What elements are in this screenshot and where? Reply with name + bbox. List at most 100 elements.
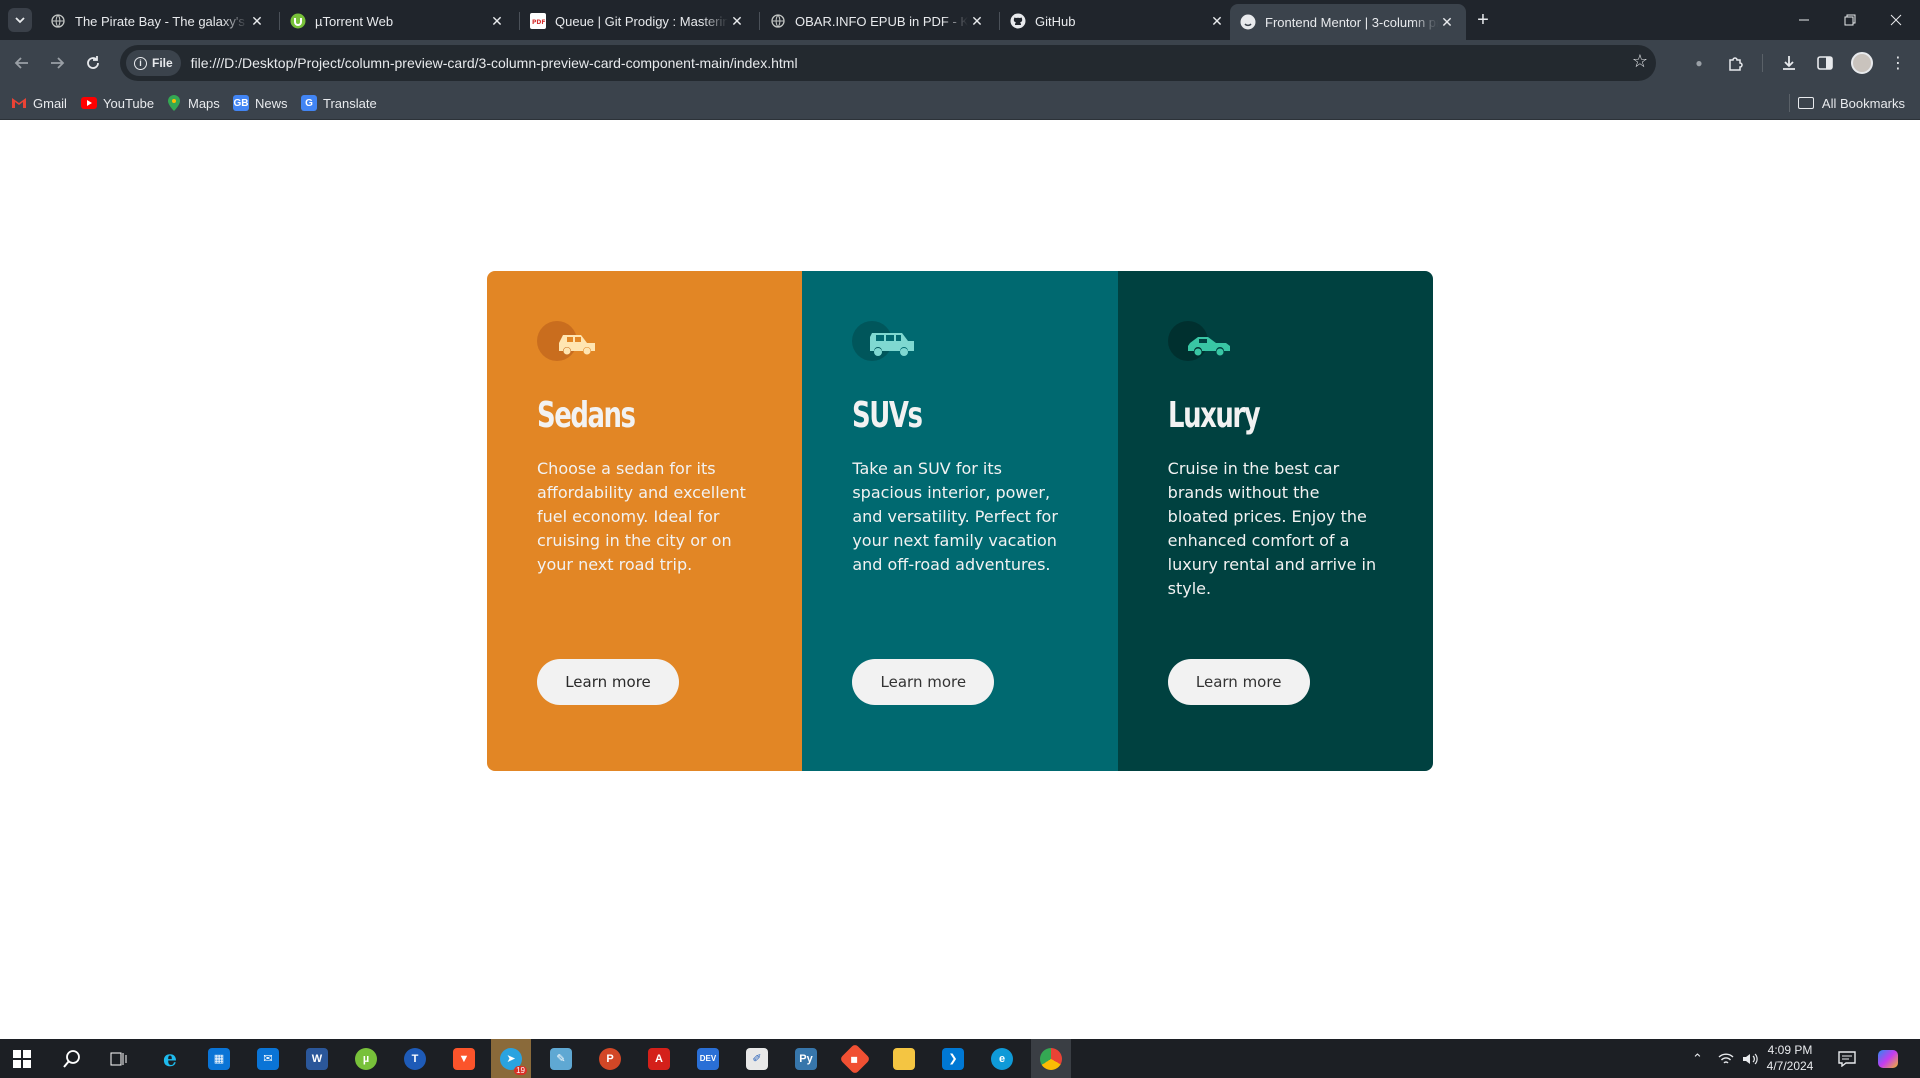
clock-date: 4/7/2024 [1766,1059,1814,1073]
svg-text:PDF: PDF [532,19,545,26]
taskbar-search-button[interactable] [52,1039,92,1078]
dev-icon: DEV [697,1047,719,1070]
task-view-icon [110,1052,127,1065]
taskbar-app-explorer[interactable] [884,1039,924,1078]
bookmarks-bar: Gmail YouTube Maps GB News G Translate A… [0,86,1920,120]
preview-card-component: Sedans Choose a sedan for its affordabil… [487,271,1433,771]
windows-start-icon [13,1049,31,1068]
bookmark-maps[interactable]: Maps [166,93,220,113]
start-button[interactable] [2,1039,42,1078]
bookmark-label: Translate [323,95,377,111]
taskbar-app-paint[interactable]: ✐ [737,1039,777,1078]
address-bar[interactable]: i File file:///D:/Desktop/Project/column… [120,45,1656,81]
tab-title: GitHub [1035,13,1076,29]
bookmark-translate[interactable]: G Translate [301,93,377,113]
card-suvs: SUVs Take an SUV for its spacious interi… [802,271,1118,771]
reload-button[interactable] [79,49,107,77]
taskbar-app-python[interactable]: Py [786,1039,826,1078]
learn-more-button[interactable]: Learn more [1167,659,1310,705]
tab-title: The Pirate Bay - The galaxy's most resil… [75,13,248,29]
taskbar-app-acrobat[interactable]: A [639,1039,679,1078]
close-icon[interactable]: ✕ [1208,12,1226,30]
task-view-button[interactable] [99,1039,139,1078]
bookmark-youtube[interactable]: YouTube [81,93,154,113]
close-icon [1890,14,1902,26]
t-app-icon: T [404,1047,426,1070]
side-panel-icon[interactable] [1813,51,1837,75]
close-window-button[interactable] [1873,0,1919,40]
bookmark-star-icon[interactable]: ☆ [1632,51,1648,72]
learn-more-button[interactable]: Learn more [537,659,679,705]
close-icon[interactable]: ✕ [968,12,986,30]
url-text[interactable]: file:///D:/Desktop/Project/column-previe… [191,55,798,71]
taskbar-app-chrome[interactable] [1031,1039,1071,1078]
tab-pirate-bay[interactable]: The Pirate Bay - The galaxy's most resil… [40,6,276,36]
bookmark-label: Maps [188,95,220,111]
file-explorer-icon [893,1047,915,1070]
copilot-icon[interactable] [1878,1039,1898,1078]
globe-icon [50,13,66,29]
taskbar-app-t[interactable]: T [395,1039,435,1078]
tab-obar-info[interactable]: OBAR.INFO EPUB in PDF - Kostenlos ✕ [760,6,996,36]
downloads-icon[interactable] [1777,51,1801,75]
tray-chevron-up-icon[interactable]: ⌃ [1692,1039,1703,1078]
taskbar-app-vscode[interactable]: ❯ [933,1039,973,1078]
taskbar-app-ie[interactable]: e [150,1039,190,1078]
minimize-button[interactable] [1781,0,1827,40]
tab-search-button[interactable] [8,8,32,32]
arrow-left-icon [14,57,28,69]
sedan-car-icon [537,321,595,361]
site-info-chip[interactable]: i File [126,50,181,76]
all-bookmarks-button[interactable]: All Bookmarks [1797,93,1905,113]
wifi-icon[interactable] [1718,1039,1734,1078]
extension-dot-icon[interactable]: ● [1687,51,1711,75]
mail-icon: ✉ [257,1047,279,1070]
taskbar-app-mail[interactable]: ✉ [248,1039,288,1078]
powerpoint-icon: P [599,1047,621,1070]
taskbar-app-word[interactable]: W [297,1039,337,1078]
tab-github[interactable]: GitHub ✕ [1000,6,1236,36]
card-description: Take an SUV for its spacious interior, p… [852,459,1058,574]
tab-git-prodigy[interactable]: PDF Queue | Git Prodigy : Mastering ✕ [520,6,756,36]
extensions-puzzle-icon[interactable] [1724,51,1748,75]
arrow-right-icon [51,57,65,69]
notifications-icon[interactable] [1838,1039,1856,1078]
close-icon[interactable]: ✕ [728,12,746,30]
bookmark-gmail[interactable]: Gmail [11,93,67,113]
taskbar-clock[interactable]: 4:09 PM 4/7/2024 [1760,1042,1820,1074]
taskbar-app-powerpoint[interactable]: P [590,1039,630,1078]
taskbar-app-store[interactable]: ▦ [199,1039,239,1078]
suv-car-icon [852,321,915,361]
restore-button[interactable] [1827,0,1873,40]
volume-icon[interactable] [1742,1039,1758,1078]
python-icon: Py [795,1047,817,1070]
taskbar-app-telegram[interactable]: ➤ 19 [491,1039,531,1078]
taskbar-app-edge[interactable]: e [982,1039,1022,1078]
bookmark-label: Gmail [33,95,67,111]
all-bookmarks-label: All Bookmarks [1821,95,1905,111]
profile-avatar[interactable] [1851,52,1873,74]
bookmark-label: YouTube [103,95,155,111]
luxury-car-icon [1167,321,1230,361]
bookmark-news[interactable]: GB News [233,93,288,113]
chrome-icon [1040,1047,1062,1070]
close-icon[interactable]: ✕ [1438,13,1456,31]
tab-frontend-mentor[interactable]: Frontend Mentor | 3-column preview card … [1230,4,1466,40]
tab-utorrent[interactable]: µTorrent Web ✕ [280,6,516,36]
new-tab-button[interactable]: + [1471,8,1495,32]
taskbar-app-utorrent[interactable]: µ [346,1039,386,1078]
back-button[interactable] [8,49,36,77]
restore-icon [1844,14,1856,26]
taskbar-app-git[interactable]: ◆ [835,1039,875,1078]
taskbar-app-dev[interactable]: DEV [688,1039,728,1078]
taskbar-app-notepad[interactable]: ✎ [541,1039,581,1078]
taskbar-app-brave[interactable]: ▼ [444,1039,484,1078]
menu-kebab-icon[interactable]: ⋮ [1886,51,1910,75]
close-icon[interactable]: ✕ [248,12,266,30]
utorrent-icon [290,13,306,29]
maps-icon [166,95,182,111]
browser-toolbar: i File file:///D:/Desktop/Project/column… [0,40,1920,86]
forward-button[interactable] [43,49,71,77]
close-icon[interactable]: ✕ [488,12,506,30]
learn-more-button[interactable]: Learn more [852,659,995,705]
